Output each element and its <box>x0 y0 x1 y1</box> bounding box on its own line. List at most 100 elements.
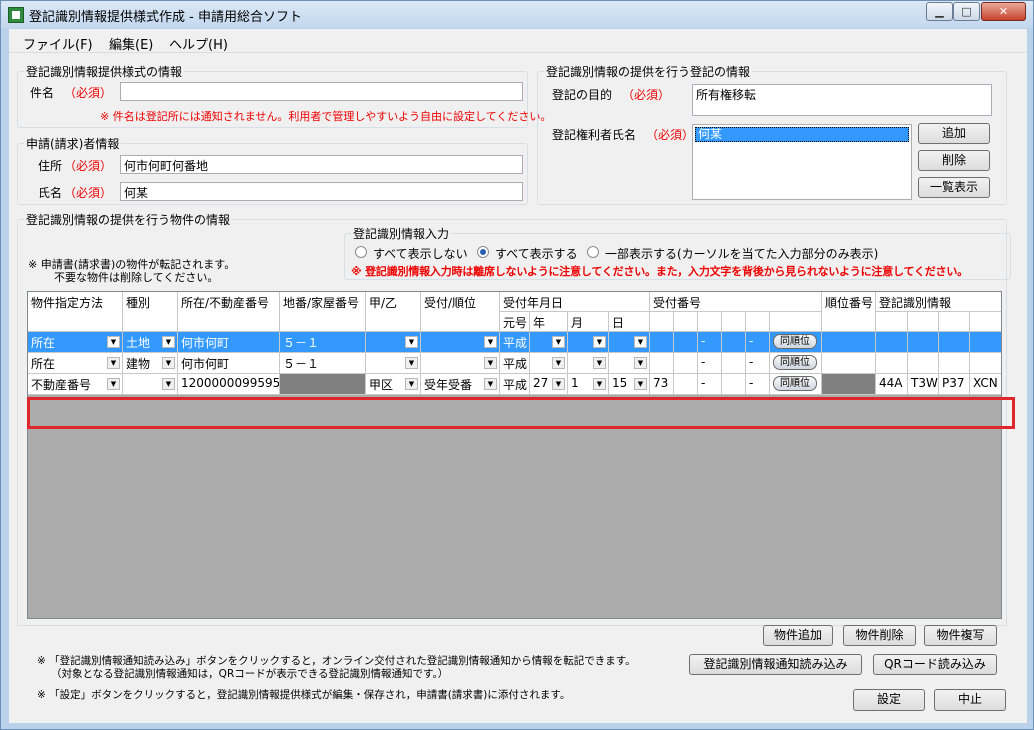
cell-method[interactable]: 不動産番号 ▼ <box>28 374 123 395</box>
close-button[interactable]: ✕ <box>981 2 1026 21</box>
cell-lot[interactable] <box>280 374 366 395</box>
cell-no3[interactable]: - <box>698 374 722 395</box>
dropdown-arrow-icon[interactable]: ▼ <box>162 378 175 390</box>
cell-type[interactable]: 建物 ▼ <box>123 353 178 374</box>
cell-location[interactable]: 何市何町 <box>178 332 280 353</box>
cell-recv-order[interactable]: 受年受番 ▼ <box>421 374 500 395</box>
cell-year[interactable]: ▼ <box>530 353 568 374</box>
cell-method[interactable]: 所在 ▼ <box>28 353 123 374</box>
cell-no3[interactable]: - <box>698 332 722 353</box>
cell-id-info[interactable]: P37 <box>939 374 970 395</box>
cell-id-info[interactable]: T3W <box>908 374 939 395</box>
cell-day[interactable]: ▼ <box>609 332 650 353</box>
read-notice-button[interactable]: 登記識別情報通知読み込み <box>689 654 862 675</box>
cell-type[interactable]: ▼ <box>123 374 178 395</box>
cell-kou[interactable]: ▼ <box>366 353 421 374</box>
delete-holder-button[interactable]: 削除 <box>918 150 990 171</box>
dropdown-arrow-icon[interactable]: ▼ <box>634 357 647 369</box>
dropdown-arrow-icon[interactable]: ▼ <box>552 378 565 390</box>
cell-rank[interactable] <box>822 353 876 374</box>
cell-id-info[interactable] <box>939 332 970 353</box>
dropdown-arrow-icon[interactable]: ▼ <box>107 378 120 390</box>
address-input[interactable]: 何市何町何番地 <box>120 155 523 174</box>
case-name-input[interactable] <box>120 82 523 101</box>
cell-rank[interactable] <box>822 332 876 353</box>
cell-lot[interactable]: ５－１ <box>280 353 366 374</box>
cell-method[interactable]: 所在 ▼ <box>28 332 123 353</box>
dropdown-arrow-icon[interactable]: ▼ <box>162 357 175 369</box>
dropdown-arrow-icon[interactable]: ▼ <box>484 357 497 369</box>
property-grid[interactable]: 物件指定方法 種別 所在/不動産番号 地番/家屋番号 甲/乙 受付/順位 受付年月日 元号年月… <box>27 291 1002 619</box>
cell-recv-order[interactable]: ▼ <box>421 353 500 374</box>
add-property-button[interactable]: 物件追加 <box>763 625 833 646</box>
maximize-button[interactable]: □ <box>953 2 980 21</box>
dropdown-arrow-icon[interactable]: ▼ <box>593 357 606 369</box>
cell-year[interactable]: ▼ <box>530 332 568 353</box>
set-button[interactable]: 設定 <box>853 689 925 711</box>
dropdown-arrow-icon[interactable]: ▼ <box>552 357 565 369</box>
dropdown-arrow-icon[interactable]: ▼ <box>634 336 647 348</box>
cell-id-info[interactable] <box>876 353 908 374</box>
cell-id-info[interactable]: XCN <box>970 374 1001 395</box>
cell-kou[interactable]: 甲区 ▼ <box>366 374 421 395</box>
cell-recv-order[interactable]: ▼ <box>421 332 500 353</box>
radio-button[interactable] <box>355 246 367 258</box>
cell-no5[interactable]: - <box>746 353 770 374</box>
cell-day[interactable]: ▼ <box>609 353 650 374</box>
cell-no4[interactable] <box>722 353 746 374</box>
dropdown-arrow-icon[interactable]: ▼ <box>484 336 497 348</box>
cell-year[interactable]: 27 ▼ <box>530 374 568 395</box>
cell-rank[interactable] <box>822 374 876 395</box>
dropdown-arrow-icon[interactable]: ▼ <box>484 378 497 390</box>
cell-day[interactable]: 15 ▼ <box>609 374 650 395</box>
delete-property-button[interactable]: 物件削除 <box>843 625 916 646</box>
same-rank-button[interactable]: 同順位 <box>773 355 817 370</box>
cell-no1[interactable] <box>650 353 674 374</box>
menu-edit[interactable]: 編集(E) <box>109 34 153 53</box>
cancel-button[interactable]: 中止 <box>934 689 1006 711</box>
cell-same[interactable]: 同順位 <box>770 374 822 395</box>
cell-month[interactable]: ▼ <box>568 353 609 374</box>
same-rank-button[interactable]: 同順位 <box>773 334 817 349</box>
cell-kou[interactable]: ▼ <box>366 332 421 353</box>
cell-location[interactable]: 何市何町 <box>178 353 280 374</box>
radio-button[interactable] <box>587 246 599 258</box>
cell-month[interactable]: ▼ <box>568 332 609 353</box>
cell-type[interactable]: 土地 ▼ <box>123 332 178 353</box>
cell-no1[interactable]: 73 <box>650 374 674 395</box>
read-qr-button[interactable]: QRコード読み込み <box>873 654 997 675</box>
cell-no1[interactable] <box>650 332 674 353</box>
copy-property-button[interactable]: 物件複写 <box>924 625 997 646</box>
cell-same[interactable]: 同順位 <box>770 353 822 374</box>
cell-no4[interactable] <box>722 332 746 353</box>
menu-help[interactable]: ヘルプ(H) <box>169 34 228 53</box>
dropdown-arrow-icon[interactable]: ▼ <box>593 336 606 348</box>
dropdown-arrow-icon[interactable]: ▼ <box>593 378 606 390</box>
cell-same[interactable]: 同順位 <box>770 332 822 353</box>
cell-lot[interactable]: ５－１ <box>280 332 366 353</box>
holder-listbox[interactable]: 何某 <box>692 124 912 200</box>
list-holders-button[interactable]: 一覧表示 <box>918 177 990 198</box>
dropdown-arrow-icon[interactable]: ▼ <box>405 357 418 369</box>
cell-id-info[interactable] <box>970 353 1001 374</box>
dropdown-arrow-icon[interactable]: ▼ <box>405 378 418 390</box>
dropdown-arrow-icon[interactable]: ▼ <box>107 357 120 369</box>
cell-no2[interactable] <box>674 353 698 374</box>
same-rank-button[interactable]: 同順位 <box>773 376 817 391</box>
cell-no2[interactable] <box>674 332 698 353</box>
name-input[interactable]: 何某 <box>120 182 523 201</box>
dropdown-arrow-icon[interactable]: ▼ <box>634 378 647 390</box>
cell-id-info[interactable] <box>876 332 908 353</box>
cell-era[interactable]: 平成 <box>500 374 530 395</box>
dropdown-arrow-icon[interactable]: ▼ <box>552 336 565 348</box>
menu-file[interactable]: ファイル(F) <box>23 34 93 53</box>
dropdown-arrow-icon[interactable]: ▼ <box>162 336 175 348</box>
cell-no3[interactable]: - <box>698 353 722 374</box>
cell-id-info[interactable]: 44A <box>876 374 908 395</box>
radio-button-selected[interactable] <box>477 246 489 258</box>
cell-month[interactable]: 1 ▼ <box>568 374 609 395</box>
cell-location[interactable]: 1200000099595 <box>178 374 280 395</box>
dropdown-arrow-icon[interactable]: ▼ <box>405 336 418 348</box>
add-holder-button[interactable]: 追加 <box>918 123 990 144</box>
cell-no2[interactable] <box>674 374 698 395</box>
